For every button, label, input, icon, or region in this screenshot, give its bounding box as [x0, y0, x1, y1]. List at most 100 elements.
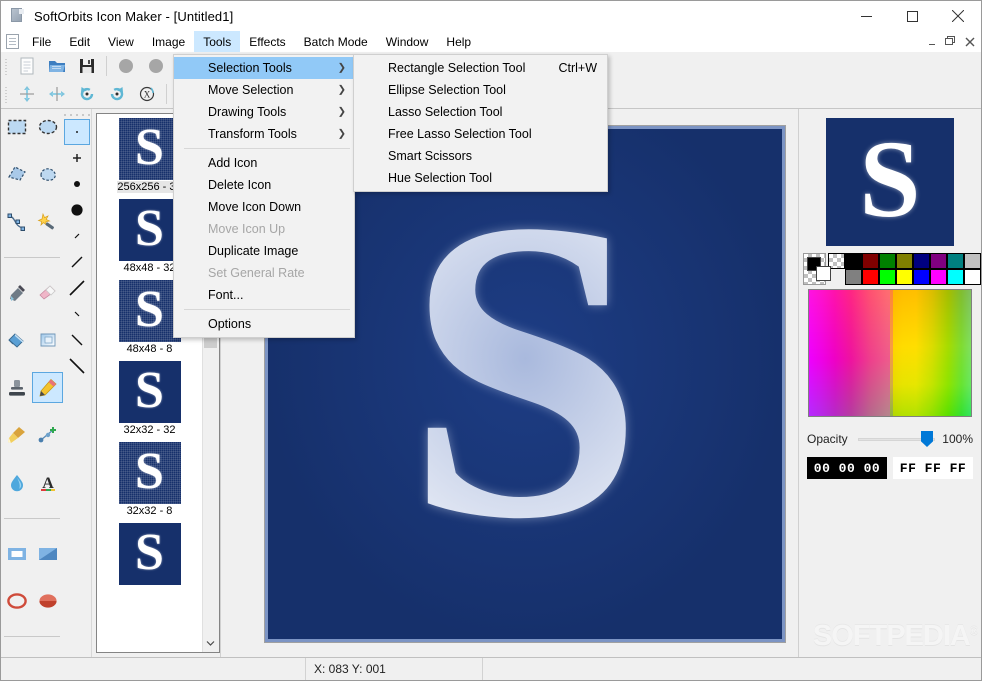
lasso-tool[interactable] — [32, 159, 63, 190]
icon-thumbnail[interactable]: S — [118, 361, 181, 423]
menu-item-duplicate-image[interactable]: Duplicate Image — [174, 240, 354, 262]
menu-item-move-icon-down[interactable]: Move Icon Down — [174, 196, 354, 218]
gradient-fill-tool[interactable] — [32, 325, 63, 356]
list-item[interactable]: S — [118, 523, 181, 586]
list-item[interactable]: S 32x32 - 32 — [118, 361, 181, 436]
brush-stroke-1[interactable] — [64, 223, 90, 249]
brush-stroke-4[interactable] — [64, 301, 90, 327]
swatch-white[interactable] — [964, 269, 981, 285]
transform-icon[interactable]: X — [132, 81, 162, 107]
minimize-button[interactable] — [843, 1, 889, 31]
brush-stroke-2[interactable] — [64, 249, 90, 275]
menu-item-options[interactable]: Options — [174, 313, 354, 335]
new-icon[interactable] — [12, 53, 42, 79]
mdi-minimize-button[interactable] — [922, 33, 941, 50]
menu-view[interactable]: View — [99, 31, 143, 52]
mdi-restore-button[interactable] — [941, 33, 960, 50]
toolbar-grip-2[interactable] — [3, 84, 10, 104]
swatch-teal[interactable] — [947, 253, 964, 269]
rotate-left-icon[interactable] — [72, 81, 102, 107]
menu-effects[interactable]: Effects — [240, 31, 294, 52]
chevron-down-icon[interactable] — [203, 636, 218, 651]
bezier-path-tool[interactable] — [1, 206, 32, 237]
flip-horizontal-icon[interactable] — [42, 81, 72, 107]
swatch-yellow[interactable] — [896, 269, 913, 285]
swatch-green[interactable] — [879, 253, 896, 269]
stamp-tool[interactable] — [1, 372, 32, 403]
eraser-tool[interactable] — [32, 277, 63, 308]
ellipse-select-tool[interactable] — [32, 111, 63, 142]
brush-stroke-6[interactable] — [64, 353, 90, 379]
swatch-navy[interactable] — [913, 253, 930, 269]
magic-wand-tool[interactable] — [32, 206, 63, 237]
open-icon[interactable] — [42, 53, 72, 79]
menu-help[interactable]: Help — [437, 31, 480, 52]
toolbar-grip[interactable] — [3, 56, 10, 76]
menu-image[interactable]: Image — [143, 31, 194, 52]
menu-item-smart-scissors[interactable]: Smart Scissors — [354, 145, 607, 167]
icon-thumbnail[interactable]: S — [118, 442, 181, 504]
list-item[interactable]: S 48x48 - 32 — [118, 199, 181, 274]
mdi-close-button[interactable] — [960, 33, 979, 50]
swatch-purple[interactable] — [930, 253, 947, 269]
swatch-gray[interactable] — [845, 269, 862, 285]
polygon-lasso-tool[interactable] — [1, 159, 32, 190]
undo-icon[interactable] — [111, 53, 141, 79]
eyedropper-tool[interactable] — [1, 277, 32, 308]
menu-item-rectangle-selection-tool[interactable]: Rectangle Selection Tool Ctrl+W — [354, 57, 607, 79]
paint-bucket-tool[interactable] — [1, 325, 32, 356]
menu-item-transform-tools[interactable]: Transform Tools ❯ — [174, 123, 354, 145]
swatch-black[interactable] — [845, 253, 862, 269]
text-tool[interactable]: A — [32, 467, 63, 498]
add-node-tool[interactable] — [32, 420, 63, 451]
pencil-tool[interactable] — [32, 372, 63, 404]
foreground-background-swatch[interactable] — [803, 253, 831, 285]
blur-drop-tool[interactable] — [1, 467, 32, 498]
brush-column-grip[interactable] — [64, 111, 90, 119]
menu-file[interactable]: File — [23, 31, 60, 52]
background-color-swatch[interactable] — [816, 266, 831, 281]
flip-vertical-icon[interactable] — [12, 81, 42, 107]
rectangle-shape-tool[interactable] — [1, 538, 32, 569]
color-picker-field[interactable] — [808, 289, 972, 417]
menu-tools[interactable]: Tools — [194, 31, 241, 52]
list-item[interactable]: S 32x32 - 8 — [118, 442, 181, 517]
icon-thumbnail[interactable]: S — [118, 199, 181, 261]
opacity-slider[interactable] — [857, 429, 935, 449]
brush-stroke-3[interactable] — [64, 275, 90, 301]
save-icon[interactable] — [72, 53, 102, 79]
swatch-blue[interactable] — [913, 269, 930, 285]
icon-thumbnail[interactable]: S — [118, 523, 181, 585]
menu-window[interactable]: Window — [377, 31, 438, 52]
swatch-maroon[interactable] — [862, 253, 879, 269]
icon-thumbnail[interactable]: S — [118, 118, 181, 180]
menu-item-add-icon[interactable]: Add Icon — [174, 152, 354, 174]
filled-ellipse-tool[interactable] — [32, 586, 63, 617]
list-item[interactable]: S 256x256 - 32 — [117, 118, 182, 193]
menu-item-move-selection[interactable]: Move Selection ❯ — [174, 79, 354, 101]
rotate-right-icon[interactable] — [102, 81, 132, 107]
list-item[interactable]: S 48x48 - 8 — [118, 280, 181, 355]
rectangle-select-tool[interactable] — [1, 111, 32, 142]
menu-edit[interactable]: Edit — [60, 31, 99, 52]
icon-thumbnail[interactable]: S — [118, 280, 181, 342]
menu-item-free-lasso-selection-tool[interactable]: Free Lasso Selection Tool — [354, 123, 607, 145]
swatch-silver[interactable] — [964, 253, 981, 269]
menu-item-ellipse-selection-tool[interactable]: Ellipse Selection Tool — [354, 79, 607, 101]
menu-item-delete-icon[interactable]: Delete Icon — [174, 174, 354, 196]
menu-item-hue-selection-tool[interactable]: Hue Selection Tool — [354, 167, 607, 189]
menu-item-drawing-tools[interactable]: Drawing Tools ❯ — [174, 101, 354, 123]
swatch-lime[interactable] — [879, 269, 896, 285]
menu-item-lasso-selection-tool[interactable]: Lasso Selection Tool — [354, 101, 607, 123]
swatch-olive[interactable] — [896, 253, 913, 269]
brush-size-small-dot[interactable] — [64, 171, 90, 197]
brush-tool[interactable] — [1, 420, 32, 451]
brush-size-large-dot[interactable] — [64, 197, 90, 223]
redo-icon[interactable] — [141, 53, 171, 79]
close-button[interactable] — [935, 1, 981, 31]
brush-size-plus[interactable] — [64, 145, 90, 171]
brush-stroke-5[interactable] — [64, 327, 90, 353]
menu-item-font[interactable]: Font... — [174, 284, 354, 306]
foreground-hex-value[interactable]: 00 00 00 — [807, 457, 887, 479]
background-hex-value[interactable]: FF FF FF — [893, 457, 973, 479]
